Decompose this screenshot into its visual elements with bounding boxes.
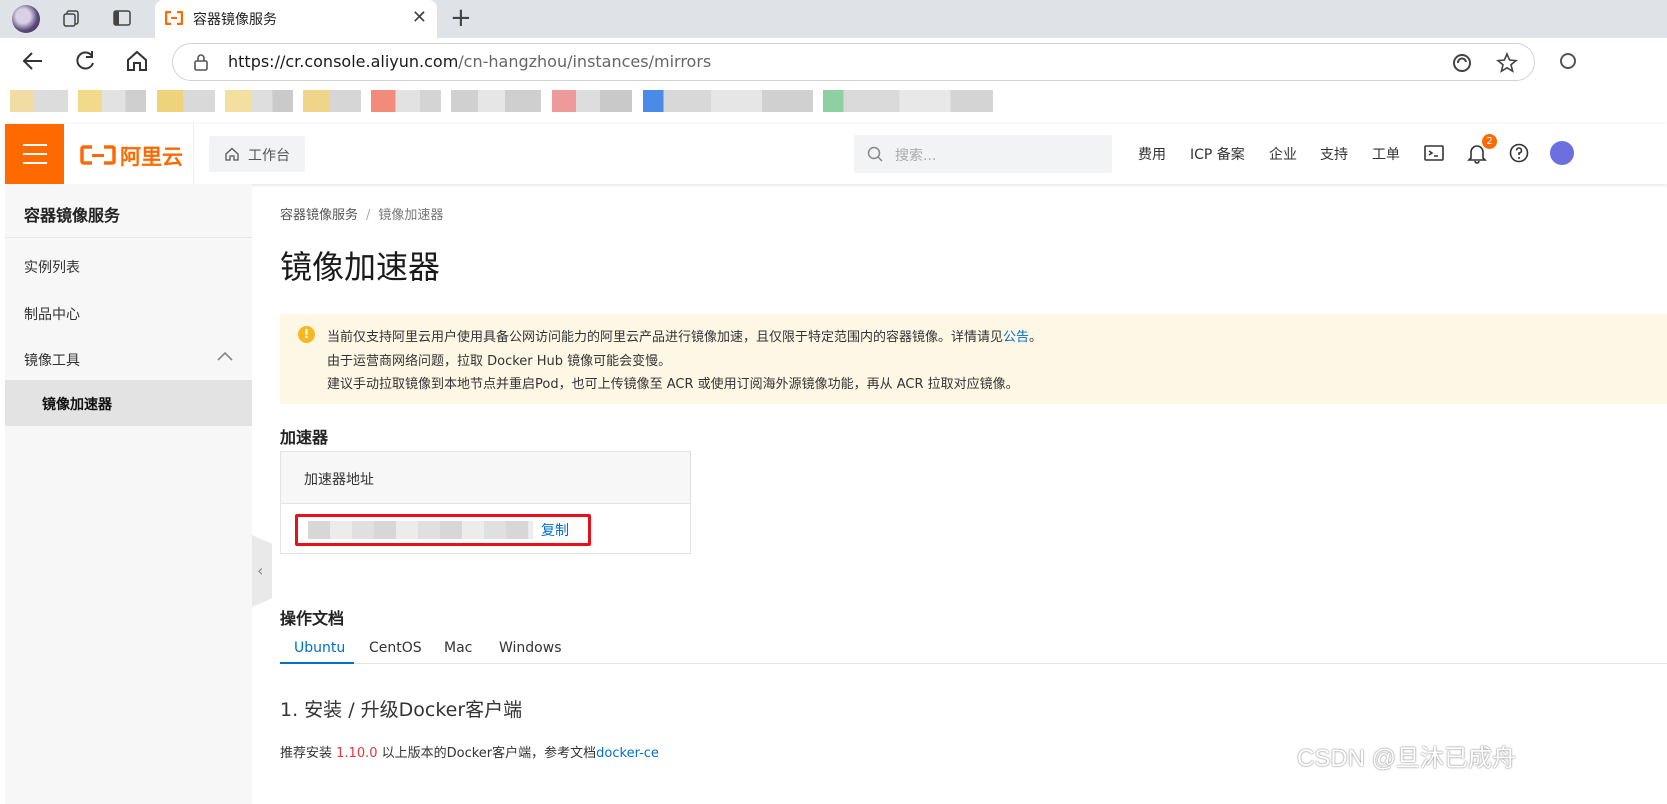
browser-toolbar: https://cr.console.aliyun.com/cn-hangzho…: [0, 38, 1667, 86]
console-topbar: 阿里云 工作台 搜索... 费用 ICP 备案 企业 支持 工单 2: [5, 124, 1667, 184]
breadcrumb-item[interactable]: 容器镜像服务: [280, 208, 358, 223]
main-content: 容器镜像服务 / 镜像加速器 镜像加速器 ! 当前仅支持阿里云用户使用具备公网访问能…: [280, 184, 1667, 804]
profile-avatar[interactable]: [12, 5, 40, 33]
aliyun-logo-icon: [80, 145, 116, 165]
step-description: 推荐安装 1.10.0 以上版本的Docker客户端，参考文档docker-ce: [280, 746, 659, 761]
alert-line-1: 当前仅支持阿里云用户使用具备公网访问能力的阿里云产品进行镜像加速，且仅限于特定范…: [327, 330, 1043, 345]
edge-sync-icon[interactable]: [1451, 52, 1473, 74]
search-icon: [867, 146, 883, 162]
global-search-input[interactable]: 搜索...: [854, 135, 1112, 173]
nav-link-enterprise[interactable]: 企业: [1269, 144, 1297, 164]
tab-windows[interactable]: Windows: [499, 640, 562, 656]
bookmarks-bar: [0, 86, 1667, 124]
active-browser-tab[interactable]: 容器镜像服务 ✕: [155, 0, 437, 38]
menu-hamburger-icon[interactable]: [5, 124, 64, 184]
breadcrumb-current: 镜像加速器: [378, 208, 444, 223]
accelerator-section-title: 加速器: [280, 428, 329, 447]
announcement-link[interactable]: 公告: [1003, 330, 1029, 345]
nav-link-billing[interactable]: 费用: [1138, 144, 1166, 164]
bookmark-item[interactable]: [823, 90, 993, 112]
watermark-text: CSDN @旦沐已成舟: [1297, 745, 1517, 772]
url-text[interactable]: https://cr.console.aliyun.com/cn-hangzho…: [228, 52, 711, 71]
alert-line-3: 建议手动拉取镜像到本地节点并重启Pod，也可上传镜像至 ACR 或使用订阅海外源…: [327, 377, 1019, 392]
nav-link-icp[interactable]: ICP 备案: [1190, 144, 1245, 164]
nav-link-support[interactable]: 支持: [1320, 144, 1348, 164]
lock-icon[interactable]: [193, 53, 209, 71]
vertical-tabs-icon[interactable]: [112, 8, 132, 28]
tab-ubuntu[interactable]: Ubuntu: [294, 640, 345, 656]
bookmark-item[interactable]: [451, 90, 541, 112]
version-highlight: 1.10.0: [336, 746, 378, 761]
sidebar-divider: [5, 237, 252, 238]
tab-mac[interactable]: Mac: [444, 640, 472, 656]
refresh-icon[interactable]: [72, 48, 98, 74]
breadcrumb: 容器镜像服务 / 镜像加速器: [280, 204, 443, 223]
back-arrow-icon[interactable]: [20, 48, 46, 74]
accelerator-address-highlight: 复制: [295, 514, 591, 546]
breadcrumb-separator: /: [366, 208, 371, 223]
alert-line-2: 由于运营商网络问题，拉取 Docker Hub 镜像可能会变慢。: [327, 354, 672, 369]
address-bar[interactable]: https://cr.console.aliyun.com/cn-hangzho…: [172, 43, 1535, 81]
sidebar-item-image-tools[interactable]: 镜像工具: [24, 350, 80, 370]
docs-section-title: 操作文档: [280, 609, 345, 628]
chevron-up-icon[interactable]: [217, 351, 233, 361]
bookmark-item[interactable]: [371, 90, 441, 112]
close-tab-icon[interactable]: ✕: [412, 8, 427, 28]
browser-tabstrip: 容器镜像服务 ✕ +: [0, 0, 1667, 38]
notification-badge: 2: [1482, 134, 1497, 149]
column-header-address: 加速器地址: [304, 472, 374, 488]
bookmark-item[interactable]: [552, 90, 632, 112]
header-divider: [193, 124, 194, 184]
workbench-button[interactable]: 工作台: [209, 136, 305, 172]
bookmark-item[interactable]: [225, 90, 293, 112]
aliyun-favicon-icon: [165, 11, 183, 25]
step-title: 1. 安装 / 升级Docker客户端: [280, 699, 523, 721]
docker-ce-link[interactable]: docker-ce: [596, 746, 659, 761]
sidebar-subitem-label: 镜像加速器: [42, 397, 112, 413]
page-title: 镜像加速器: [280, 248, 441, 286]
os-tabs: Ubuntu CentOS Mac Windows: [280, 636, 1667, 664]
tab-title: 容器镜像服务: [193, 12, 277, 28]
new-tab-icon[interactable]: +: [450, 4, 472, 32]
sidebar-item-instances[interactable]: 实例列表: [24, 257, 80, 277]
active-tab-indicator: [280, 662, 354, 664]
search-placeholder: 搜索...: [895, 148, 937, 164]
user-avatar[interactable]: [1550, 141, 1574, 165]
accelerator-table-header: 加速器地址: [281, 452, 690, 504]
accelerator-address-redacted[interactable]: [308, 521, 533, 539]
bookmark-item[interactable]: [157, 90, 215, 112]
brand-name: 阿里云: [120, 145, 183, 169]
bookmark-item[interactable]: [303, 90, 361, 112]
notice-alert: ! 当前仅支持阿里云用户使用具备公网访问能力的阿里云产品进行镜像加速，且仅限于特…: [280, 314, 1667, 404]
sidebar-collapse-handle[interactable]: ‹: [252, 535, 272, 607]
workbench-label: 工作台: [248, 148, 290, 164]
home-icon[interactable]: [124, 48, 150, 74]
favorite-star-icon[interactable]: [1496, 52, 1518, 74]
extension-icon[interactable]: [1558, 51, 1578, 71]
sidebar-item-artifacts[interactable]: 制品中心: [24, 304, 80, 324]
bookmark-item[interactable]: [10, 90, 68, 112]
sidebar-title: 容器镜像服务: [24, 206, 121, 225]
chevron-left-icon: ‹: [257, 561, 264, 580]
sidebar-item-mirror-accelerator[interactable]: 镜像加速器: [5, 380, 252, 426]
accelerator-table: 加速器地址 复制: [280, 451, 691, 554]
sidebar: 容器镜像服务 实例列表 制品中心 镜像工具 镜像加速器: [5, 184, 252, 804]
tab-centos[interactable]: CentOS: [369, 640, 422, 656]
bookmark-item[interactable]: [78, 90, 146, 112]
help-icon[interactable]: [1508, 142, 1530, 164]
warning-icon: !: [298, 326, 315, 343]
terminal-icon[interactable]: [1423, 142, 1445, 164]
home-icon: [225, 147, 239, 161]
collections-icon[interactable]: [62, 8, 82, 28]
copy-button[interactable]: 复制: [541, 520, 569, 540]
nav-link-tickets[interactable]: 工单: [1372, 144, 1400, 164]
bookmark-item[interactable]: [643, 90, 813, 112]
